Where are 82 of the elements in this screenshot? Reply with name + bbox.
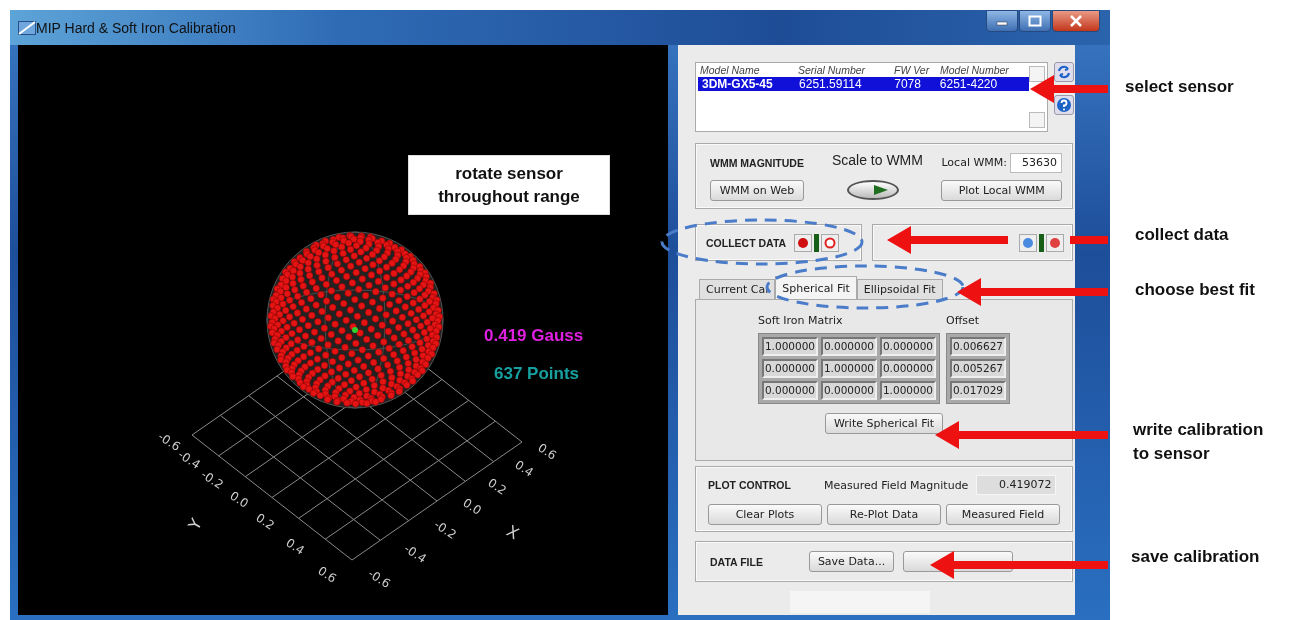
callout-label: select sensor — [1125, 77, 1234, 97]
tab[interactable]: Ellipsoidal Fit — [856, 279, 943, 299]
axis-tick-label: -0.2 — [431, 517, 459, 542]
matrix-value: 0.000000 — [762, 381, 818, 400]
maximize-button[interactable] — [1019, 10, 1051, 32]
maximize-icon — [1028, 15, 1042, 27]
circle-button[interactable] — [1046, 233, 1064, 252]
matrix-value: 1.000000 — [821, 359, 877, 378]
circle-icon — [1022, 236, 1034, 249]
axis-tick-label: 0.4 — [283, 535, 307, 558]
matrix-value: 0.000000 — [821, 381, 877, 400]
readout-field: 0.419072 — [976, 475, 1057, 496]
section-title: PLOT CONTROL — [708, 479, 792, 492]
button[interactable]: Re-Plot Data — [827, 503, 941, 525]
axis-tick-label: 0.4 — [512, 457, 536, 480]
column-label: Offset — [946, 314, 981, 329]
button[interactable]: WMM on Web — [710, 179, 804, 201]
button[interactable]: Plot Local WMM — [941, 179, 1062, 201]
column-header: FW Ver — [894, 64, 931, 76]
matrix-value: 0.000000 — [880, 359, 936, 378]
close-button[interactable] — [1052, 10, 1100, 32]
circle-icon — [1049, 236, 1061, 249]
help-icon — [1056, 97, 1072, 113]
window-title: MIP Hard & Soft Iron Calibration — [36, 19, 237, 36]
refresh-icon — [1057, 65, 1071, 79]
axis-tick-label: 0.2 — [253, 510, 277, 533]
record-button[interactable] — [794, 233, 813, 252]
minimize-button[interactable] — [986, 10, 1018, 32]
button[interactable]: Clear Plots — [708, 503, 822, 525]
magnitude-readout: 0.419 Gauss — [484, 326, 584, 346]
toggle-label: Scale to WMM — [831, 152, 924, 168]
matrix-value: 0.000000 — [880, 337, 936, 356]
axis-tick-label: -0.2 — [198, 467, 226, 492]
stop-icon — [824, 236, 837, 249]
column-header: Serial Number — [798, 64, 867, 76]
app-icon — [18, 20, 36, 35]
status-indicator — [1039, 233, 1044, 252]
play-icon — [872, 183, 889, 196]
axis-tick-label: 0.2 — [485, 475, 509, 498]
offset-value: 0.005267 — [950, 359, 1006, 378]
axis-tick-label: -0.4 — [401, 541, 429, 566]
axis-tick-label: 0.0 — [460, 495, 484, 518]
column-header: Model Number — [940, 64, 1009, 76]
column-header: Model Name — [700, 64, 761, 76]
device-row[interactable]: 3DM-GX5-45 6251.59114 7078 6251-4220 — [698, 77, 1029, 91]
callout-label: choose best fit — [1135, 280, 1255, 300]
callout-label: save calibration — [1131, 547, 1260, 567]
field-label: Measured Field Magnitude — [824, 478, 969, 492]
stop-button[interactable] — [821, 233, 840, 252]
save-button[interactable]: Save Data... — [808, 551, 895, 572]
button[interactable]: Measured Field — [946, 503, 1060, 525]
offset-value: 0.017029 — [950, 381, 1006, 400]
column-label: Soft Iron Matrix — [758, 314, 844, 329]
write-button[interactable]: Write Spherical Fit — [824, 413, 944, 434]
refresh-button[interactable] — [1054, 62, 1074, 82]
status-indicator — [814, 233, 820, 252]
axis-label: X — [503, 521, 523, 544]
close-icon — [1069, 15, 1083, 27]
matrix-value: 1.000000 — [880, 381, 936, 400]
axis-tick-label: 0.0 — [227, 488, 251, 511]
tab[interactable]: Spherical Fit — [775, 276, 857, 299]
circle-button[interactable] — [1019, 233, 1037, 252]
axis-tick-label: -0.6 — [365, 566, 393, 591]
help-button[interactable] — [1054, 95, 1074, 115]
matrix-value: 1.000000 — [762, 337, 818, 356]
matrix-value: 0.000000 — [821, 337, 877, 356]
section-title: WMM MAGNITUDE — [710, 156, 804, 169]
axis-label: Y — [184, 515, 206, 534]
offset-value: 0.006627 — [950, 337, 1006, 356]
callout-label: collect data — [1135, 225, 1229, 245]
point-count: 637 Points — [494, 364, 580, 384]
section-title: COLLECT DATA — [706, 236, 787, 249]
axis-tick-label: 0.6 — [535, 440, 559, 463]
callout-box: rotate sensor throughout range — [408, 155, 610, 215]
record-icon — [797, 236, 810, 249]
axis-tick-label: 0.6 — [315, 563, 339, 586]
field-label: Local WMM: — [941, 156, 1007, 170]
callout-label: write calibration to sensor — [1133, 419, 1265, 465]
section-title: DATA FILE — [710, 555, 763, 568]
input-field[interactable]: 53630 — [1010, 152, 1062, 173]
matrix-value: 0.000000 — [762, 359, 818, 378]
axis-tick-label: -0.6 — [155, 429, 183, 454]
